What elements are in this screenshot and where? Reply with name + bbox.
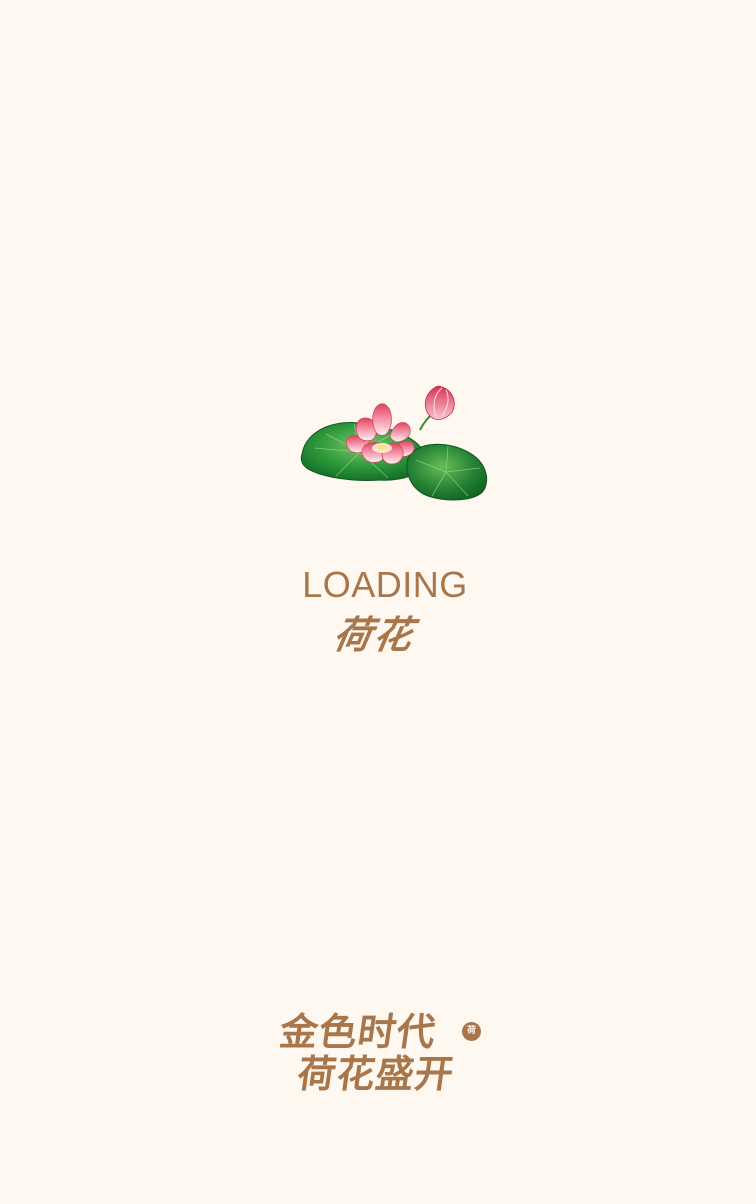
red-seal-stamp-icon: 荷 bbox=[462, 1022, 481, 1041]
loading-calligraphy-title: 荷花 bbox=[330, 612, 419, 657]
slogan-line-1: 金色时代 bbox=[276, 1009, 440, 1054]
splash-screen: LOADING 荷花 金色时代 荷 荷花盛开 bbox=[0, 0, 756, 1204]
loading-label: LOADING bbox=[302, 564, 468, 605]
lotus-flower-icon bbox=[300, 385, 488, 501]
loading-indicator: LOADING 荷花 bbox=[0, 560, 756, 658]
brand-slogan: 金色时代 荷 荷花盛开 bbox=[276, 1009, 490, 1100]
slogan-line-2: 荷花盛开 bbox=[294, 1051, 458, 1096]
